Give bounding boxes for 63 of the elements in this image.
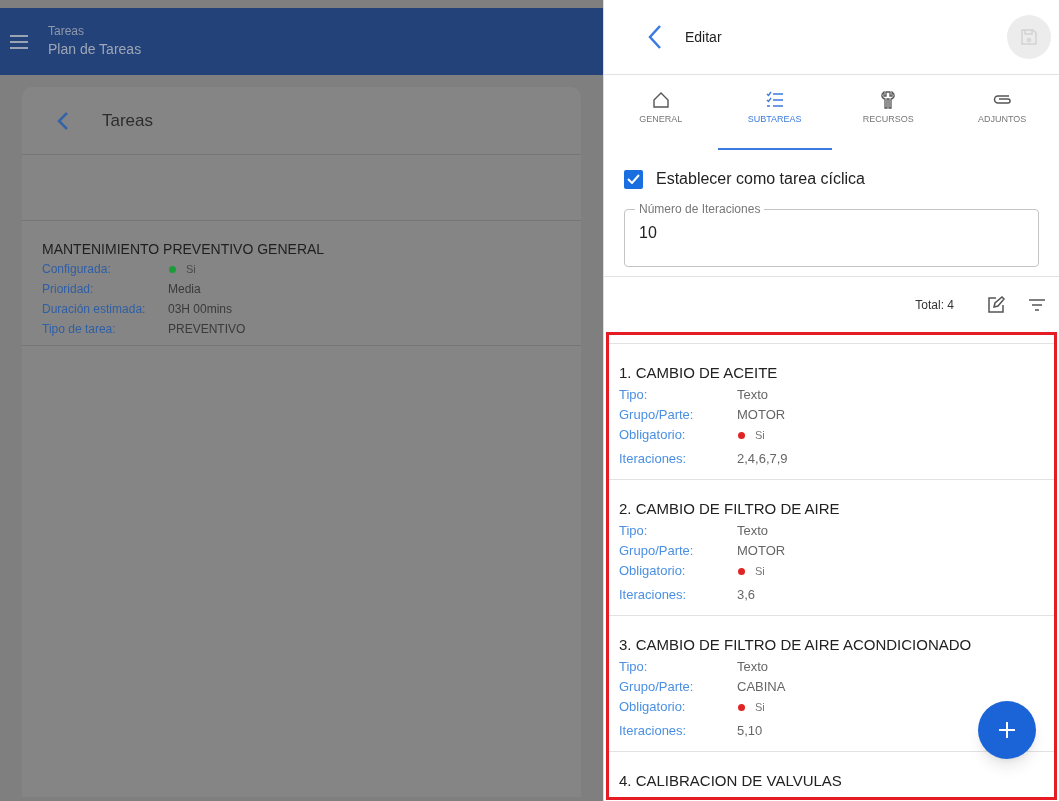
plus-icon [999, 722, 1015, 738]
subtask-item[interactable]: 1. CAMBIO DE ACEITE Tipo: Texto Grupo/Parte: MOTOR Obligatorio: Si Iteraciones: 2,4,6,7,9 [609, 344, 1054, 480]
field-label: Tipo: [619, 386, 649, 404]
field-value: Si [755, 428, 765, 443]
field-value: 2,4,6,7,9 [737, 450, 788, 468]
field-label: Tipo de tarea: [42, 321, 117, 338]
field-value: Texto [737, 658, 769, 676]
add-button[interactable] [978, 701, 1036, 759]
back-icon[interactable] [648, 24, 662, 50]
field-value: 3,6 [737, 586, 756, 604]
home-icon [651, 91, 670, 109]
wrench-icon [879, 91, 898, 109]
field-label: Prioridad: [42, 281, 95, 298]
field-value: Si [755, 700, 765, 715]
field-value: MOTOR [737, 406, 786, 424]
card-title: Tareas [102, 109, 154, 132]
subtask-title: 3. CAMBIO DE FILTRO DE AIRE ACONDICIONADO [619, 635, 973, 655]
field-value: PREVENTIVO [168, 321, 246, 338]
filter-icon[interactable] [1029, 298, 1045, 311]
field-label: Grupo/Parte: [619, 406, 695, 424]
field-label: Iteraciones: [619, 586, 688, 604]
field-value: Si [755, 564, 765, 579]
field-value: Texto [737, 522, 769, 540]
field-value: 5,10 [737, 722, 763, 740]
field-label: Obligatorio: [619, 562, 687, 580]
field-value: Texto [737, 386, 769, 404]
checkbox-label: Establecer como tarea cíclica [656, 169, 865, 189]
tab[interactable]: ADJUNTOS [945, 75, 1059, 150]
checklist-icon [765, 91, 784, 109]
field-label: Duración estimada: [42, 301, 147, 318]
field-value: 03H 00mins [168, 301, 233, 318]
subtask-title: 1. CAMBIO DE ACEITE [619, 363, 779, 383]
field-label: Tipo: [619, 522, 649, 540]
save-icon [1020, 28, 1038, 46]
field-label: Número de Iteraciones [638, 201, 762, 217]
tab[interactable]: GENERAL [604, 75, 718, 150]
field-value: Media [168, 281, 201, 298]
subtask-title: 4. CALIBRACION DE VALVULAS [619, 771, 843, 791]
page-title: Plan de Tareas [48, 40, 142, 59]
tab[interactable]: SUBTAREAS [717, 75, 832, 150]
checkbox[interactable] [624, 169, 643, 189]
subtask-item[interactable]: 2. CAMBIO DE FILTRO DE AIRE Tipo: Texto Grupo/Parte: MOTOR Obligatorio: Si Iteraciones: 3,6 [609, 480, 1054, 616]
field-label: Iteraciones: [619, 450, 688, 468]
field-label: Tipo: [619, 658, 649, 676]
field-value: MOTOR [737, 542, 786, 560]
field-value: Si [186, 262, 196, 277]
iterations-field[interactable]: Número de Iteraciones 10 [624, 201, 1039, 267]
panel-title: Editar [685, 27, 722, 47]
field-label: Grupo/Parte: [619, 678, 695, 696]
total-count: Total: 4 [915, 296, 954, 314]
field-value: 10 [638, 223, 658, 243]
subtask-title: 2. CAMBIO DE FILTRO DE AIRE [619, 499, 841, 519]
menu-icon[interactable] [10, 34, 28, 49]
field-label: Configurada: [42, 261, 112, 278]
task-title: MANTENIMIENTO PREVENTIVO GENERAL [42, 240, 326, 259]
section-label: Tareas [48, 24, 86, 39]
edit-icon[interactable] [987, 295, 1005, 314]
field-label: Iteraciones: [619, 722, 688, 740]
field-label: Grupo/Parte: [619, 542, 695, 560]
field-label: Obligatorio: [619, 426, 687, 444]
field-value: CABINA [737, 678, 786, 696]
tab[interactable]: RECURSOS [831, 75, 946, 150]
field-label: Obligatorio: [619, 698, 687, 716]
